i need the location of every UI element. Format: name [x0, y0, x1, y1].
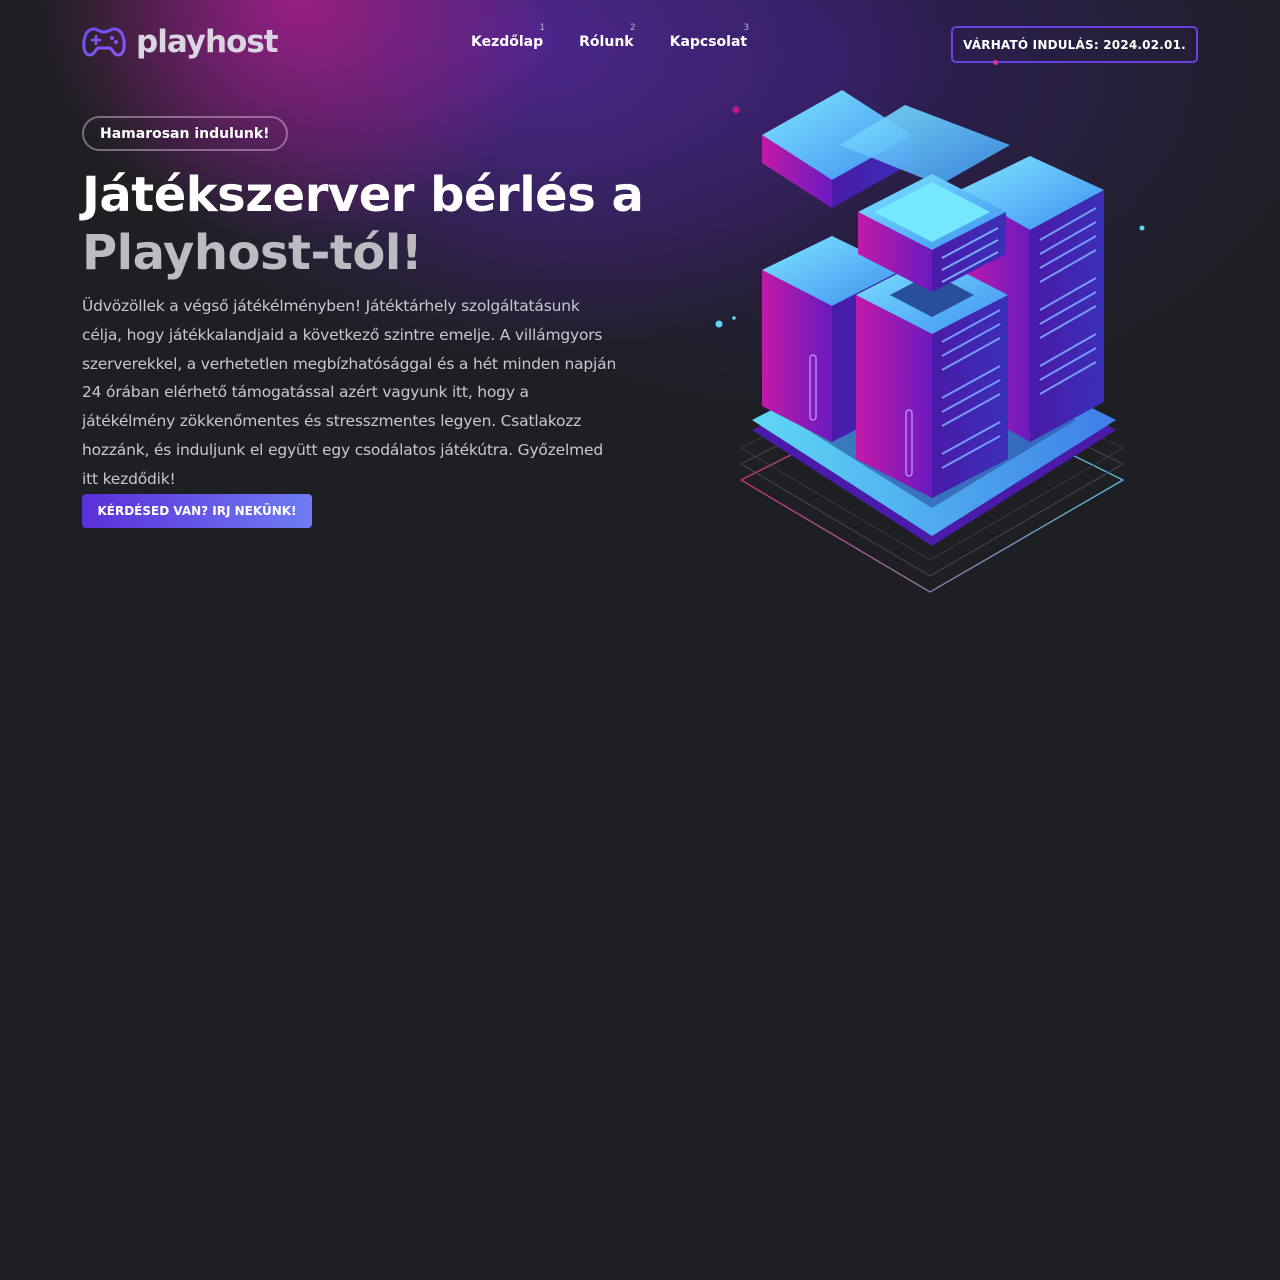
server-rack-icon — [715, 90, 1145, 593]
coming-soon-pill: Hamarosan indulunk! — [82, 116, 288, 151]
hero-title-line2: Playhost-tól! — [82, 225, 423, 281]
nav-item-label: Kapcsolat — [669, 34, 748, 50]
nav-item-number: 1 — [539, 23, 546, 33]
badge-dot-decoration — [993, 60, 998, 65]
nav-item-about[interactable]: Rólunk 2 — [579, 23, 635, 50]
nav-item-home[interactable]: Kezdőlap 1 — [471, 23, 545, 50]
brand-name: playhost — [136, 24, 279, 60]
launch-date-label: VÁRHATÓ INDULÁS: 2024.02.01. — [963, 37, 1186, 52]
logo[interactable]: playhost — [82, 24, 279, 60]
gamepad-icon — [82, 27, 126, 57]
main-nav: Kezdőlap 1 Rólunk 2 Kapcsolat 3 — [471, 23, 750, 50]
nav-item-label: Kezdőlap — [471, 34, 544, 50]
nav-item-number: 3 — [743, 23, 750, 33]
launch-date-badge: VÁRHATÓ INDULÁS: 2024.02.01. — [951, 26, 1198, 65]
site-header: playhost Kezdőlap 1 Rólunk 2 Kapcsolat 3… — [0, 0, 1280, 90]
hero-title: Játékszerver bérlés a Playhost-tól! — [82, 166, 644, 282]
contact-cta-label: KÉRDÉSED VAN? IRJ NEKÜNK! — [97, 504, 297, 518]
hero-title-line1: Játékszerver bérlés a — [82, 167, 644, 223]
coming-soon-label: Hamarosan indulunk! — [100, 125, 270, 142]
nav-item-label: Rólunk — [579, 34, 634, 50]
hero-description: Üdvözöllek a végső játékélményben! Játék… — [82, 297, 617, 488]
contact-cta-button[interactable]: KÉRDÉSED VAN? IRJ NEKÜNK! — [82, 494, 312, 528]
nav-item-contact[interactable]: Kapcsolat 3 — [669, 23, 750, 50]
nav-item-number: 2 — [629, 23, 636, 33]
